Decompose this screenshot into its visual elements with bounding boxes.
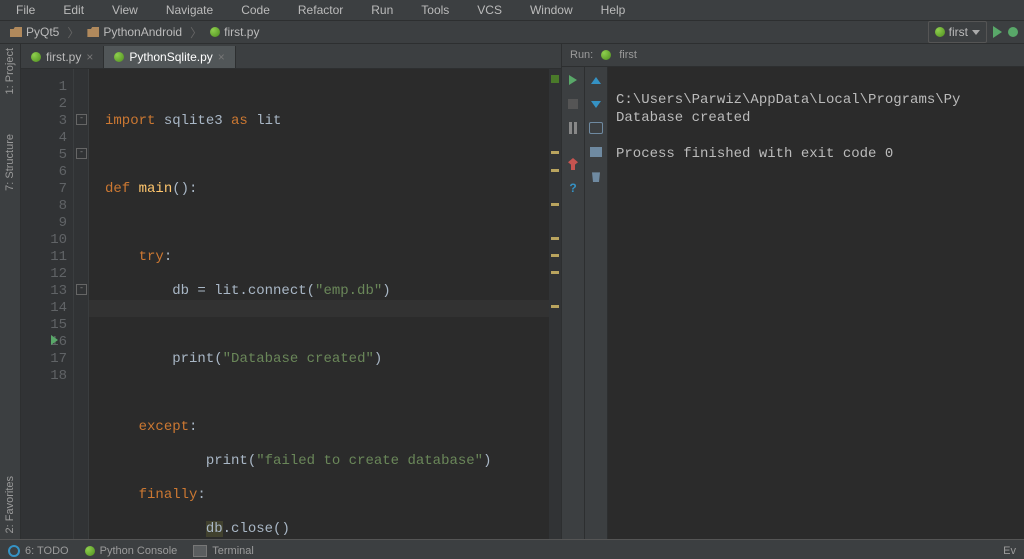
terminal-icon <box>193 545 207 557</box>
inspection-ok-icon <box>551 75 559 83</box>
pin-button[interactable] <box>564 155 582 173</box>
editor-tab-active[interactable]: PythonSqlite.py × <box>104 46 235 68</box>
fold-toggle-icon[interactable]: - <box>76 148 87 159</box>
menu-window[interactable]: Window <box>518 1 585 19</box>
run-toolbar-secondary <box>585 67 608 539</box>
breadcrumb-separator: 〉 <box>67 24 79 41</box>
python-file-icon <box>935 27 945 37</box>
python-file-icon <box>210 27 220 37</box>
main-menu-bar: File Edit View Navigate Code Refactor Ru… <box>0 0 1024 21</box>
console-output[interactable]: C:\Users\Parwiz\AppData\Local\Programs\P… <box>608 67 1024 539</box>
fold-toggle-icon[interactable]: - <box>76 114 87 125</box>
menu-code[interactable]: Code <box>229 1 282 19</box>
run-tool-title: Run: <box>570 49 593 61</box>
tool-project[interactable]: 1: Project <box>4 48 16 94</box>
breadcrumb-file[interactable]: first.py <box>206 24 263 40</box>
run-tool-window: Run: first ? <box>561 44 1024 539</box>
breadcrumb-folder[interactable]: PythonAndroid <box>83 24 186 40</box>
editor-tab-label: first.py <box>46 50 81 64</box>
python-file-icon <box>114 52 124 62</box>
clear-all-button[interactable] <box>587 167 605 185</box>
python-file-icon <box>85 546 95 556</box>
soft-wrap-button[interactable] <box>587 119 605 137</box>
navigation-bar: PyQt5 〉 PythonAndroid 〉 first.py first <box>0 21 1024 44</box>
gutter: 1234 5678 9101112 13141516 1718 <box>21 69 74 539</box>
menu-vcs[interactable]: VCS <box>465 1 514 19</box>
pause-button[interactable] <box>564 119 582 137</box>
menu-edit[interactable]: Edit <box>51 1 96 19</box>
run-line-icon[interactable] <box>51 335 58 345</box>
menu-tools[interactable]: Tools <box>409 1 461 19</box>
run-toolbar-primary: ? <box>562 67 585 539</box>
editor-tab-row: first.py × PythonSqlite.py × <box>21 44 561 69</box>
rerun-button[interactable] <box>564 71 582 89</box>
code-editor[interactable]: 1234 5678 9101112 13141516 1718 - - - im… <box>21 69 561 539</box>
chevron-down-icon <box>972 30 980 35</box>
fold-column: - - - <box>74 69 89 539</box>
menu-refactor[interactable]: Refactor <box>286 1 355 19</box>
stop-button[interactable] <box>564 95 582 113</box>
help-button[interactable]: ? <box>564 179 582 197</box>
tool-python-console[interactable]: Python Console <box>85 545 178 557</box>
tool-structure[interactable]: 7: Structure <box>4 134 16 191</box>
breadcrumb-separator: 〉 <box>190 24 202 41</box>
run-config-label: first <box>949 25 968 39</box>
tool-terminal[interactable]: Terminal <box>193 545 254 557</box>
close-icon[interactable]: × <box>218 50 225 64</box>
run-tool-config: first <box>619 49 637 61</box>
editor-panel: first.py × PythonSqlite.py × 1234 5678 9… <box>21 44 561 539</box>
python-file-icon <box>601 50 611 60</box>
status-bar: 6: TODO Python Console Terminal Ev <box>0 539 1024 559</box>
code-area[interactable]: import sqlite3 as lit def main(): try: d… <box>89 69 549 539</box>
fold-toggle-icon[interactable]: - <box>76 284 87 295</box>
error-stripe[interactable] <box>549 69 561 539</box>
console-line: Database created <box>616 110 750 126</box>
console-line: C:\Users\Parwiz\AppData\Local\Programs\P… <box>616 92 960 108</box>
folder-icon <box>87 27 99 37</box>
scroll-up-button[interactable] <box>587 71 605 89</box>
print-button[interactable] <box>587 143 605 161</box>
close-icon[interactable]: × <box>86 50 93 64</box>
menu-navigate[interactable]: Navigate <box>154 1 225 19</box>
left-tool-strip: 1: Project 7: Structure 2: Favorites <box>0 44 21 539</box>
console-line: Process finished with exit code 0 <box>616 146 893 162</box>
menu-help[interactable]: Help <box>589 1 638 19</box>
editor-tab[interactable]: first.py × <box>21 46 104 68</box>
menu-run[interactable]: Run <box>359 1 405 19</box>
todo-icon <box>8 545 20 557</box>
tool-favorites[interactable]: 2: Favorites <box>4 476 16 533</box>
debug-button-icon[interactable] <box>1008 27 1018 37</box>
menu-view[interactable]: View <box>100 1 150 19</box>
folder-icon <box>10 27 22 37</box>
breadcrumb-root[interactable]: PyQt5 <box>6 24 63 40</box>
menu-file[interactable]: File <box>4 1 47 19</box>
current-line-highlight <box>89 300 549 317</box>
scroll-down-button[interactable] <box>587 95 605 113</box>
tool-todo[interactable]: 6: TODO <box>8 545 69 557</box>
tool-event-log[interactable]: Ev <box>1003 545 1016 557</box>
run-button-icon[interactable] <box>993 26 1002 38</box>
editor-tab-label: PythonSqlite.py <box>129 50 212 64</box>
run-config-selector[interactable]: first <box>928 21 987 43</box>
python-file-icon <box>31 52 41 62</box>
run-tool-header: Run: first <box>562 44 1024 67</box>
